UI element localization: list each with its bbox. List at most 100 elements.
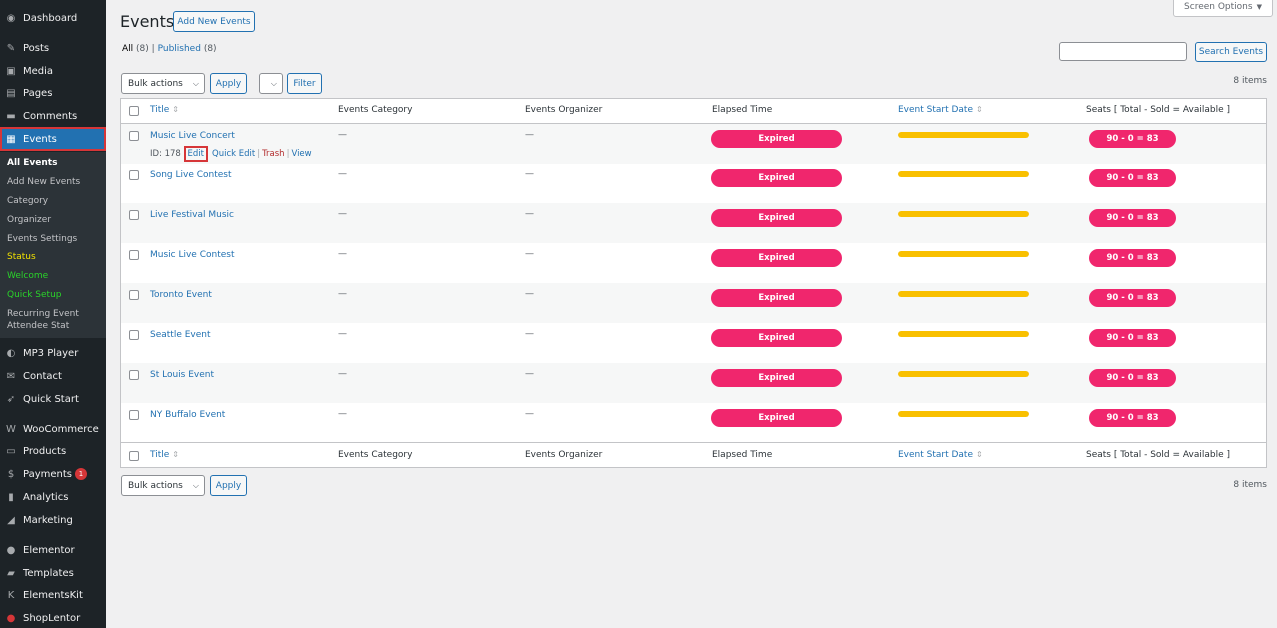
menu-item-analytics[interactable]: ▮ Analytics — [0, 486, 106, 508]
row-checkbox[interactable] — [129, 330, 139, 340]
submenu-attendee-stat[interactable]: Attendee Stat — [7, 321, 69, 331]
event-organizer-cell: — — [525, 289, 534, 299]
quick-edit-link[interactable]: Quick Edit — [212, 149, 255, 159]
submenu-recurring-event[interactable]: Recurring Event — [7, 309, 79, 319]
event-title-link[interactable]: Song Live Contest — [150, 170, 232, 180]
admin-sidebar: ◉ Dashboard ✎ Posts ▣ Media ▤ Pages ▬ Comment… — [0, 0, 106, 628]
menu-item-pages[interactable]: ▤ Pages — [0, 82, 106, 104]
menu-label: Comments — [23, 110, 78, 122]
screen-options-button[interactable]: Screen Options ▼ — [1173, 0, 1273, 17]
menu-item-elementskit[interactable]: K ElementsKit — [0, 584, 106, 606]
trash-link[interactable]: Trash — [262, 149, 284, 159]
row-checkbox[interactable] — [129, 370, 139, 380]
submenu-all-events[interactable]: All Events — [7, 158, 57, 168]
seats-badge: 90 - 0 = 83 — [1089, 209, 1176, 227]
column-title-footer[interactable]: Title ⇕ — [150, 450, 179, 460]
date-filter-select[interactable]: ⌵ — [259, 73, 283, 94]
event-title-link[interactable]: Music Live Contest — [150, 250, 235, 260]
expired-status-badge: Expired — [711, 409, 842, 427]
event-category-cell: — — [338, 369, 347, 379]
filter-all[interactable]: All — [122, 44, 133, 54]
page-title: Events — [120, 12, 175, 31]
row-checkbox[interactable] — [129, 170, 139, 180]
event-title-link[interactable]: Seattle Event — [150, 330, 211, 340]
folder-icon: ▰ — [7, 567, 15, 579]
table-row: Toronto Event — — Expired 90 - 0 = 83 — [121, 283, 1266, 323]
event-title-link[interactable]: Toronto Event — [150, 290, 212, 300]
payments-badge: 1 — [75, 468, 87, 480]
event-category-cell: — — [338, 289, 347, 299]
menu-label: Analytics — [23, 491, 69, 503]
screen-options-label: Screen Options — [1184, 2, 1253, 12]
submenu-add-new-events[interactable]: Add New Events — [7, 177, 80, 187]
bulk-actions-select-bottom[interactable]: Bulk actions ⌵ — [121, 475, 205, 496]
event-category-cell: — — [338, 249, 347, 259]
seats-badge: 90 - 0 = 83 — [1089, 169, 1176, 187]
mail-icon: ✉ — [6, 370, 16, 382]
submenu-status[interactable]: Status — [7, 252, 36, 262]
dollar-icon: $ — [7, 468, 15, 480]
menu-item-comments[interactable]: ▬ Comments — [0, 105, 106, 127]
events-submenu: All Events Add New Events Category Organ… — [0, 152, 106, 338]
apply-button-top[interactable]: Apply — [210, 73, 247, 94]
column-title-label: Title — [150, 105, 170, 115]
column-seats-footer: Seats [ Total - Sold = Available ] — [1086, 450, 1231, 460]
column-event-start-date-footer[interactable]: Event Start Date ⇕ — [898, 450, 983, 460]
filter-button[interactable]: Filter — [287, 73, 322, 94]
rocket-icon: ➶ — [6, 393, 16, 405]
row-checkbox[interactable] — [129, 210, 139, 220]
menu-item-products[interactable]: ▭ Products — [0, 440, 106, 462]
row-checkbox[interactable] — [129, 250, 139, 260]
dashboard-icon: ◉ — [6, 12, 16, 24]
items-count-bottom: 8 items — [1233, 480, 1267, 490]
ek-icon: K — [7, 589, 15, 601]
expired-status-badge: Expired — [711, 130, 842, 148]
menu-item-events[interactable]: ▦ Events — [0, 127, 106, 151]
menu-item-dashboard[interactable]: ◉ Dashboard — [0, 7, 106, 29]
submenu-category[interactable]: Category — [7, 196, 48, 206]
menu-item-elementor[interactable]: ● Elementor — [0, 539, 106, 561]
menu-label: Pages — [23, 87, 53, 99]
submenu-organizer[interactable]: Organizer — [7, 215, 51, 225]
column-event-start-date[interactable]: Event Start Date ⇕ — [898, 105, 983, 115]
apply-button-bottom[interactable]: Apply — [210, 475, 247, 496]
menu-item-posts[interactable]: ✎ Posts — [0, 37, 106, 59]
event-title-link[interactable]: NY Buffalo Event — [150, 410, 225, 420]
search-events-button[interactable]: Search Events — [1195, 42, 1267, 62]
menu-label: Events — [23, 133, 57, 145]
sort-icon: ⇕ — [976, 450, 983, 459]
menu-item-mp3-player[interactable]: ◐ MP3 Player — [0, 342, 106, 364]
menu-item-media[interactable]: ▣ Media — [0, 60, 106, 82]
menu-item-contact[interactable]: ✉ Contact — [0, 365, 106, 387]
menu-item-marketing[interactable]: ◢ Marketing — [0, 509, 106, 531]
select-all-checkbox-footer[interactable] — [129, 451, 139, 461]
table-row: Live Festival Music — — Expired 90 - 0 = 83 — [121, 203, 1266, 243]
row-checkbox[interactable] — [129, 131, 139, 141]
menu-item-payments[interactable]: $ Payments 1 — [0, 463, 106, 485]
view-link[interactable]: View — [291, 149, 311, 159]
event-organizer-cell: — — [525, 369, 534, 379]
submenu-welcome[interactable]: Welcome — [7, 271, 48, 281]
menu-item-quick-start[interactable]: ➶ Quick Start — [0, 388, 106, 410]
search-input[interactable] — [1059, 42, 1187, 61]
select-all-checkbox[interactable] — [129, 106, 139, 116]
row-checkbox[interactable] — [129, 290, 139, 300]
progress-fill — [898, 251, 1029, 257]
edit-link[interactable]: Edit — [188, 149, 204, 159]
event-title-link[interactable]: St Louis Event — [150, 370, 214, 380]
bulk-actions-select-top[interactable]: Bulk actions ⌵ — [121, 73, 205, 94]
filter-published[interactable]: Published — [158, 44, 201, 54]
add-new-events-button[interactable]: Add New Events — [173, 11, 255, 32]
menu-item-templates[interactable]: ▰ Templates — [0, 562, 106, 584]
row-checkbox[interactable] — [129, 410, 139, 420]
event-title-link[interactable]: Live Festival Music — [150, 210, 234, 220]
submenu-events-settings[interactable]: Events Settings — [7, 234, 77, 244]
menu-item-woocommerce[interactable]: W WooCommerce — [0, 418, 106, 440]
menu-item-shoplentor[interactable]: ● ShopLentor — [0, 607, 106, 628]
column-title[interactable]: Title ⇕ — [150, 105, 179, 115]
event-title-link[interactable]: Music Live Concert — [150, 131, 235, 141]
submenu-quick-setup[interactable]: Quick Setup — [7, 290, 62, 300]
megaphone-icon: ◢ — [7, 514, 15, 526]
menu-label: Dashboard — [23, 12, 78, 24]
row-actions: ID: 178 Edit Quick Edit | Trash | View — [150, 146, 312, 162]
